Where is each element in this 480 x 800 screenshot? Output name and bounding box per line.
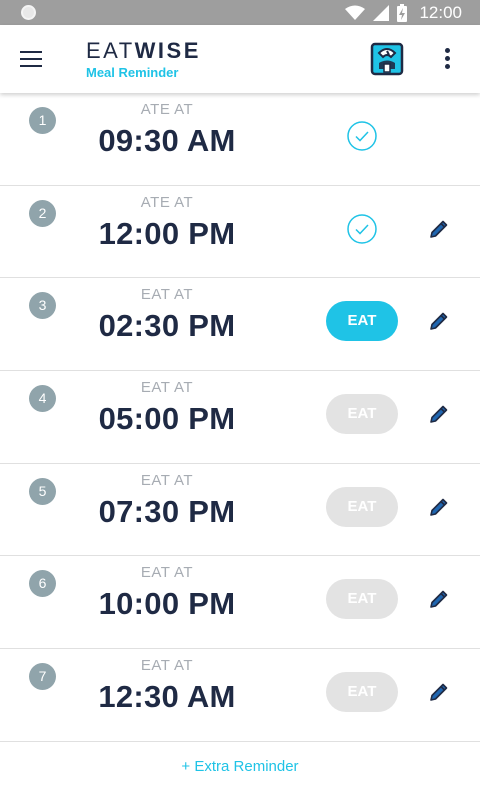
- battery-charging-icon: [397, 3, 408, 22]
- eat-button[interactable]: EAT: [326, 394, 398, 435]
- meal-row-3: 3 EAT AT 02:30 PM EAT: [0, 278, 480, 372]
- meal-list: 1 ATE AT 09:30 AM 2 ATE AT 12:00 PM 3 EA…: [0, 93, 480, 742]
- pencil-icon[interactable]: [428, 496, 450, 518]
- check-circle-icon: [347, 121, 377, 151]
- meal-label: EAT AT: [140, 657, 194, 675]
- eat-button[interactable]: EAT: [326, 301, 398, 342]
- meal-time: 05:00 PM: [98, 401, 236, 437]
- meal-number-badge: 7: [29, 663, 56, 691]
- meal-row-4: 4 EAT AT 05:00 PM EAT: [0, 371, 480, 464]
- brand-bold: WISE: [134, 38, 201, 63]
- status-bar: 12:00: [0, 0, 480, 25]
- weighing-scale-icon[interactable]: [370, 42, 404, 76]
- meal-time: 02:30 PM: [98, 308, 236, 344]
- hamburger-icon[interactable]: [18, 47, 46, 71]
- brand-light: EAT: [86, 38, 135, 63]
- pencil-icon[interactable]: [428, 681, 450, 703]
- meal-time: 10:00 PM: [98, 586, 236, 622]
- meal-time: 12:00 PM: [98, 215, 236, 251]
- meal-row-2: 2 ATE AT 12:00 PM: [0, 186, 480, 279]
- meal-number-badge: 3: [29, 292, 56, 320]
- meal-row-6: 6 EAT AT 10:00 PM EAT: [0, 556, 480, 650]
- eat-button[interactable]: EAT: [326, 579, 398, 620]
- meal-row-5: 5 EAT AT 07:30 PM EAT: [0, 464, 480, 557]
- meal-label: EAT AT: [140, 471, 194, 489]
- brand: EATWISE Meal Reminder: [86, 39, 201, 81]
- notification-dot-icon: [21, 5, 36, 20]
- status-icons: 12:00: [345, 0, 462, 25]
- meal-number-badge: 6: [29, 570, 56, 598]
- meal-time: 09:30 AM: [98, 123, 236, 158]
- pencil-icon[interactable]: [428, 218, 450, 240]
- app-subtitle: Meal Reminder: [86, 65, 179, 80]
- meal-row-1: 1 ATE AT 09:30 AM: [0, 93, 480, 186]
- meal-time: 07:30 PM: [98, 493, 236, 529]
- meal-label: EAT AT: [140, 286, 194, 304]
- check-circle-icon: [347, 213, 377, 244]
- app-bar: EATWISE Meal Reminder: [0, 25, 480, 93]
- meal-row-7: 7 EAT AT 12:30 AM EAT: [0, 649, 480, 742]
- meal-label: ATE AT: [140, 193, 194, 211]
- meal-label: EAT AT: [140, 379, 194, 397]
- pencil-icon[interactable]: [428, 403, 450, 425]
- status-time: 12:00: [419, 2, 462, 22]
- meal-number-badge: 4: [29, 385, 56, 413]
- wifi-icon: [345, 5, 366, 20]
- eat-button[interactable]: EAT: [326, 486, 398, 527]
- signal-icon: [373, 4, 390, 21]
- meal-number-badge: 5: [29, 477, 56, 505]
- meal-label: EAT AT: [140, 564, 194, 582]
- meal-label: ATE AT: [140, 101, 194, 118]
- eat-button[interactable]: EAT: [326, 672, 398, 713]
- pencil-icon[interactable]: [428, 588, 450, 610]
- pencil-icon[interactable]: [428, 310, 450, 332]
- extra-reminder-button[interactable]: + Extra Reminder: [0, 758, 480, 775]
- app-title: EATWISE: [86, 39, 201, 63]
- meal-number-badge: 1: [29, 107, 56, 134]
- more-vertical-icon[interactable]: [436, 45, 458, 75]
- meal-number-badge: 2: [29, 199, 56, 227]
- meal-time: 12:30 AM: [98, 679, 236, 715]
